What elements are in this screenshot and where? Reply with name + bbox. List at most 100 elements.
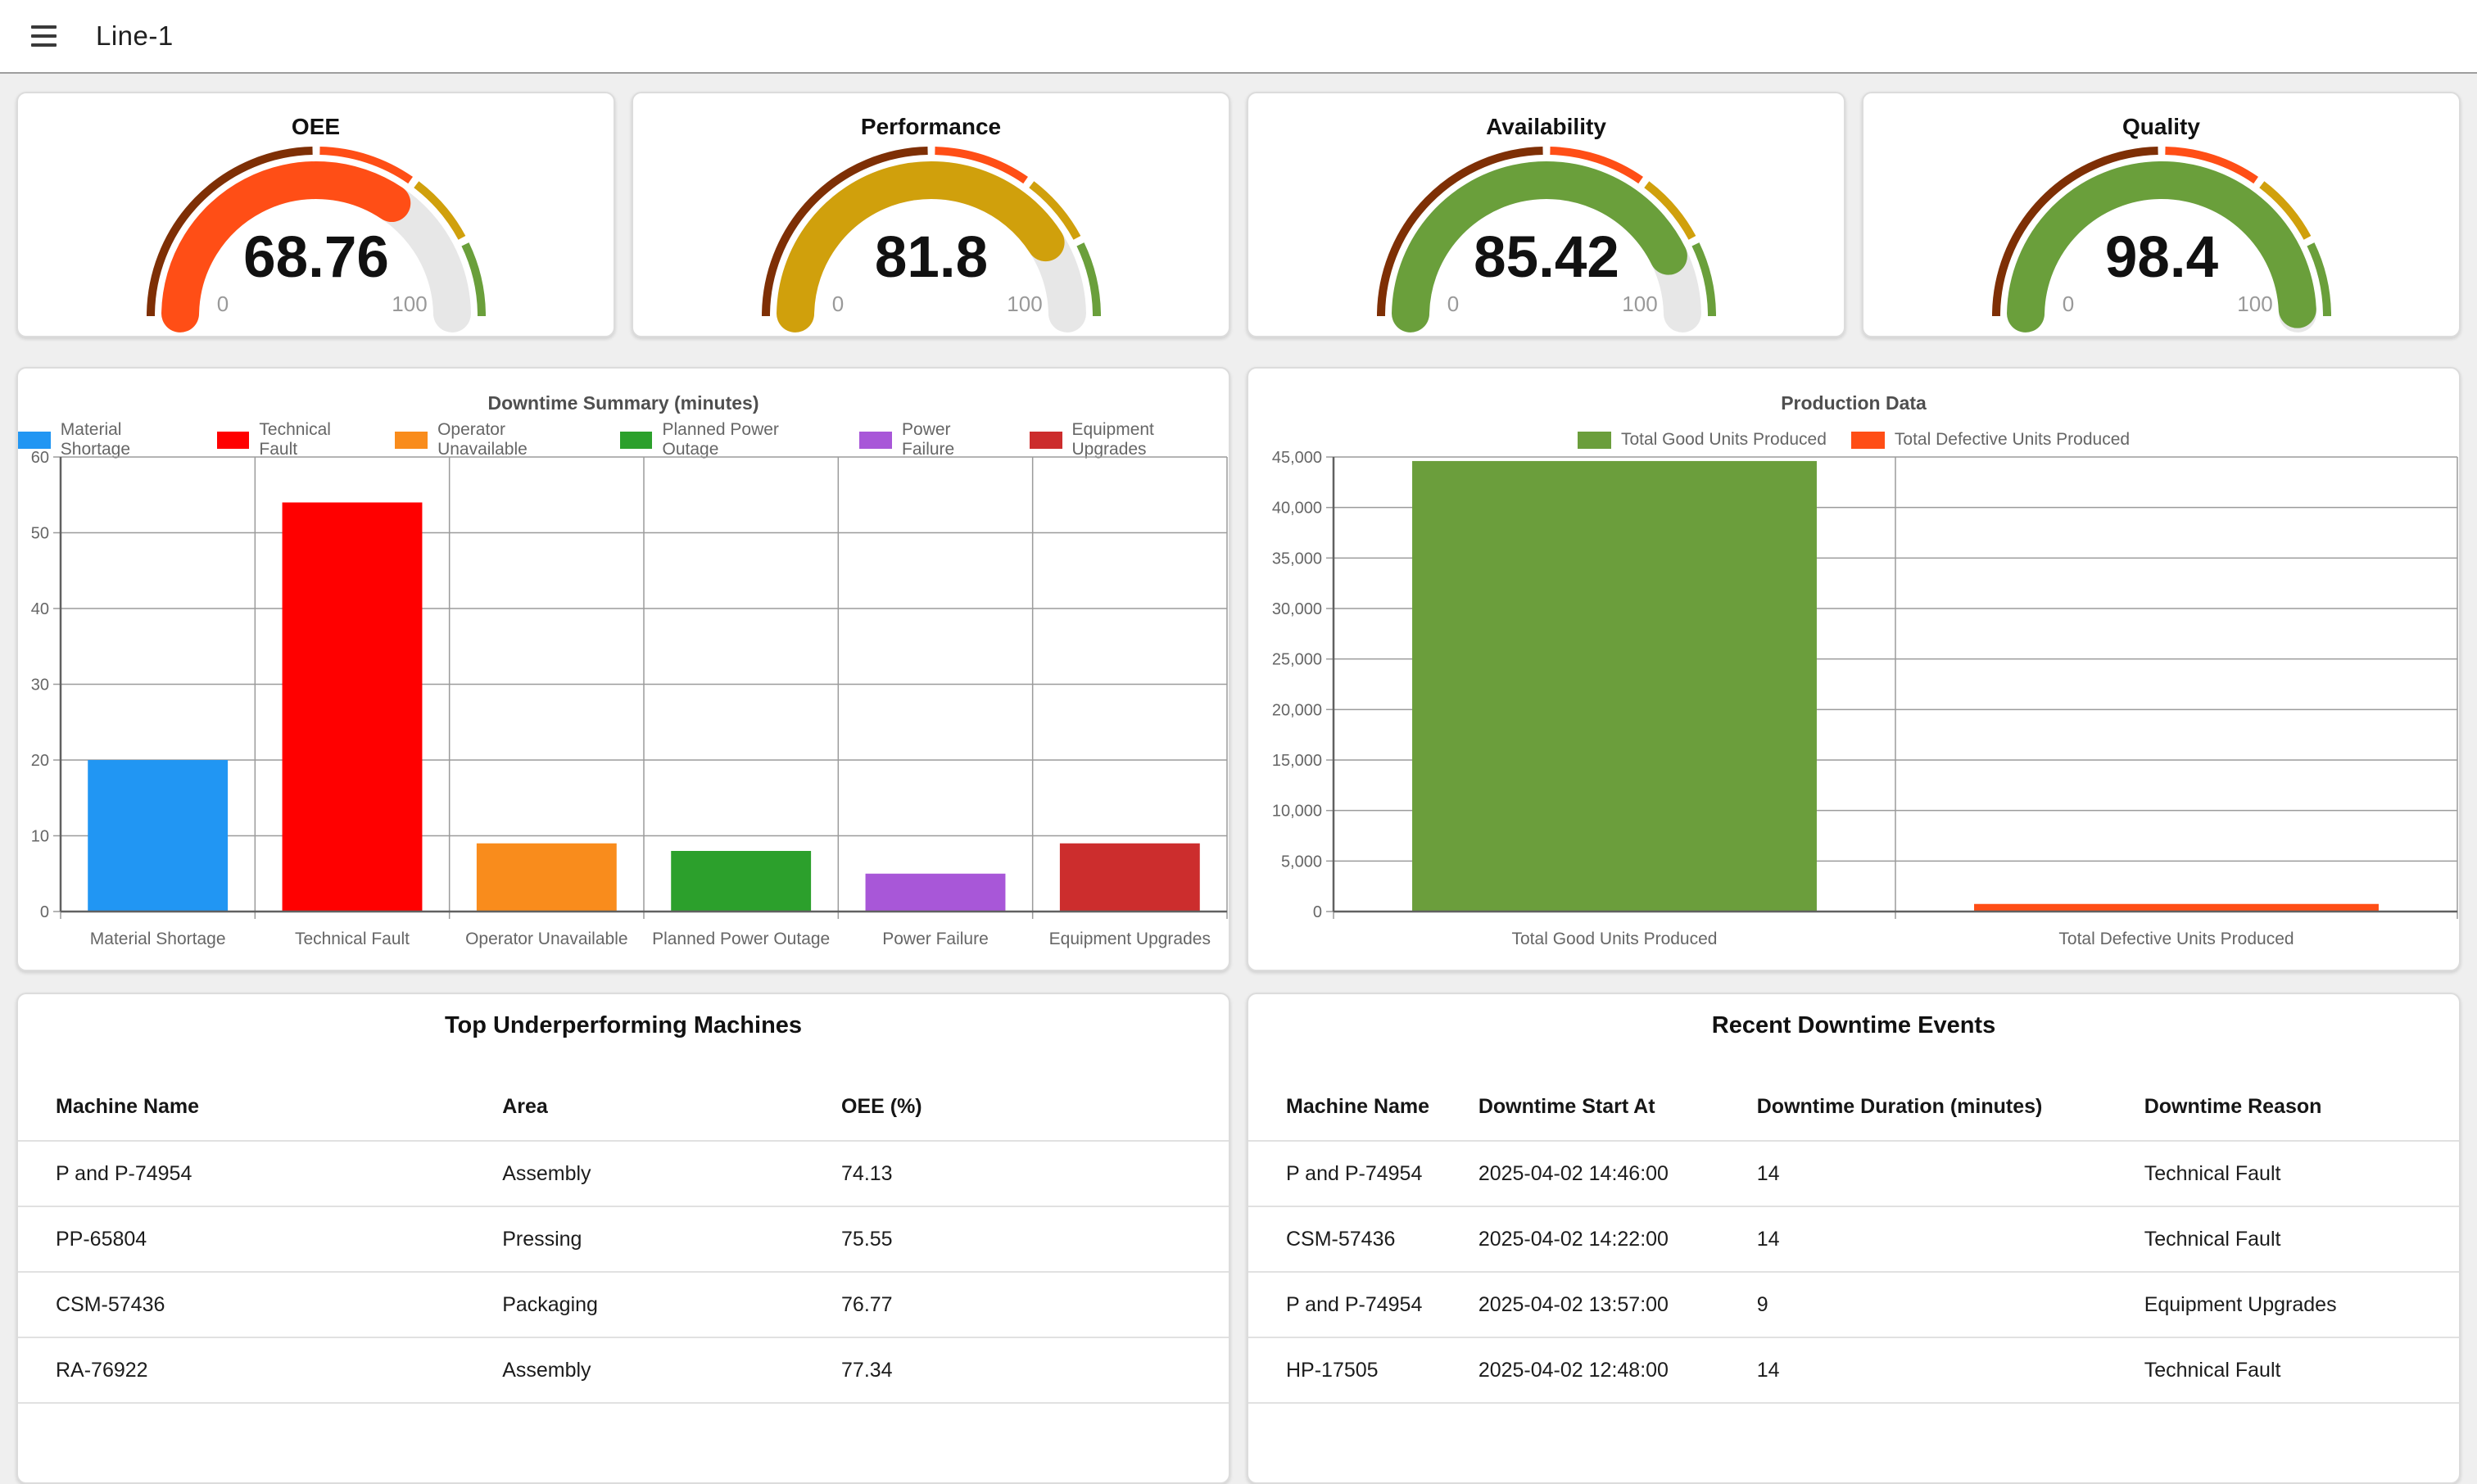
gauge-title: Quality	[1863, 93, 2459, 141]
y-axis-label: 5,000	[1281, 853, 1322, 871]
table-cell: 2025-04-02 12:48:00	[1479, 1337, 1757, 1403]
performance-gauge-card: Performance 81.80100	[632, 92, 1230, 337]
column-header: Downtime Reason	[2144, 1073, 2459, 1141]
table-cell: Pressing	[502, 1206, 841, 1272]
x-axis-label: Total Defective Units Produced	[2058, 930, 2294, 948]
bar-chart-canvas: 0102030405060Material ShortageTechnical …	[28, 450, 1230, 965]
table-cell: RA-76922	[18, 1337, 502, 1403]
gauge-row: OEE 68.76 0 100 Performance 81.8 0 100 Avail…	[16, 92, 2461, 337]
gauge-max-label: 100	[2237, 292, 2272, 316]
oee-gauge: 68.76 0 100	[128, 146, 505, 336]
legend-swatch	[620, 432, 653, 449]
bar[interactable]	[477, 844, 617, 912]
x-axis-label: Equipment Upgrades	[1049, 930, 1211, 948]
column-header: Machine Name	[18, 1073, 502, 1141]
table-cell: Technical Fault	[2144, 1337, 2459, 1403]
table-cell: Assembly	[502, 1141, 841, 1206]
table-cell: Equipment Upgrades	[2144, 1272, 2459, 1337]
column-header: Machine Name	[1248, 1073, 1479, 1141]
table-row: RA-76922Assembly77.34	[18, 1337, 1229, 1403]
top-underperforming-machines-card: Top Underperforming Machines Machine Nam…	[16, 993, 1230, 1484]
bar[interactable]	[1412, 461, 1817, 912]
y-axis-label: 15,000	[1272, 752, 1322, 770]
legend-swatch	[395, 432, 428, 449]
y-axis-label: 0	[40, 903, 49, 921]
gauge-max-label: 100	[392, 292, 427, 316]
hamburger-menu-icon[interactable]	[25, 19, 63, 53]
x-axis-label: Total Good Units Produced	[1512, 930, 1718, 948]
dashboard: OEE 68.760100 Performance 81.80100 Avail…	[0, 92, 2477, 1484]
y-axis-label: 10,000	[1272, 803, 1322, 821]
table-cell: 14	[1757, 1206, 2144, 1272]
bar[interactable]	[866, 874, 1006, 912]
table-cell: CSM-57436	[18, 1272, 502, 1337]
table-cell: CSM-57436	[1248, 1206, 1479, 1272]
page-title: Line-1	[96, 20, 174, 52]
legend-swatch	[217, 432, 250, 449]
gauge-title: Availability	[1248, 93, 1844, 141]
legend-swatch	[18, 432, 51, 449]
gauge-value: 98.4	[2104, 225, 2218, 290]
downtime-summary-chart-card: Downtime Summary (minutes) Material Shor…	[16, 367, 1230, 971]
table-cell: Technical Fault	[2144, 1206, 2459, 1272]
table-row: P and P-749542025-04-02 13:57:009Equipme…	[1248, 1272, 2459, 1337]
table-row: Top Underperforming Machines Machine Nam…	[16, 993, 2461, 1484]
gauge-max-label: 100	[1622, 292, 1657, 316]
chart-legend: Total Good Units Produced Total Defective…	[1248, 429, 2459, 450]
column-header: Downtime Duration (minutes)	[1757, 1073, 2144, 1141]
oee-gauge-card: OEE 68.76 0 100	[16, 92, 615, 337]
table-row: CSM-574362025-04-02 14:22:0014Technical …	[1248, 1206, 2459, 1272]
table-cell: 2025-04-02 14:46:00	[1479, 1141, 1757, 1206]
table-cell: 2025-04-02 14:22:00	[1479, 1206, 1757, 1272]
chart-title: Downtime Summary (minutes)	[18, 369, 1229, 414]
table-cell: 74.13	[841, 1141, 1229, 1206]
table-title: Top Underperforming Machines	[18, 994, 1229, 1040]
table-cell: 2025-04-02 13:57:00	[1479, 1272, 1757, 1337]
table-header-row: Machine NameDowntime Start AtDowntime Du…	[1248, 1073, 2459, 1141]
gauge-value: 85.42	[1474, 225, 1619, 290]
gauge-min-label: 0	[831, 292, 843, 316]
gauge-value: 81.8	[874, 225, 987, 290]
table-cell: 14	[1757, 1337, 2144, 1403]
x-axis-label: Planned Power Outage	[652, 930, 830, 948]
chart-row: Downtime Summary (minutes) Material Shor…	[16, 367, 2461, 971]
table-row: P and P-74954Assembly74.13	[18, 1141, 1229, 1206]
availability-gauge-card: Availability 85.420100	[1247, 92, 1845, 337]
table-cell: 14	[1757, 1141, 2144, 1206]
bar[interactable]	[671, 851, 811, 912]
y-axis-label: 60	[31, 450, 49, 467]
bar[interactable]	[283, 503, 423, 912]
table-row: PP-65804Pressing75.55	[18, 1206, 1229, 1272]
gauge-min-label: 0	[216, 292, 228, 316]
chart-title: Production Data	[1248, 369, 2459, 414]
performance-gauge: 81.80100	[743, 146, 1120, 336]
x-axis-label: Power Failure	[882, 930, 989, 948]
bar[interactable]	[1060, 844, 1200, 912]
x-axis-label: Material Shortage	[90, 930, 226, 948]
table-cell: 75.55	[841, 1206, 1229, 1272]
gauge-value: 68.76	[243, 225, 389, 290]
column-header: Area	[502, 1073, 841, 1141]
column-header: OEE (%)	[841, 1073, 1229, 1141]
gauge-title: Performance	[633, 93, 1229, 141]
table-cell: 76.77	[841, 1272, 1229, 1337]
gauge-title: OEE	[18, 93, 614, 141]
availability-gauge: 85.420100	[1358, 146, 1735, 336]
table-row: P and P-749542025-04-02 14:46:0014Techni…	[1248, 1141, 2459, 1206]
y-axis-label: 40,000	[1272, 500, 1322, 518]
bar[interactable]	[1974, 904, 2379, 912]
legend-item[interactable]: Total Defective Units Produced	[1851, 430, 2130, 450]
bar[interactable]	[88, 760, 228, 912]
x-axis-label: Technical Fault	[295, 930, 410, 948]
y-axis-label: 0	[1313, 903, 1322, 921]
table-row: HP-175052025-04-02 12:48:0014Technical F…	[1248, 1337, 2459, 1403]
y-axis-label: 10	[31, 828, 49, 846]
legend-swatch	[1578, 432, 1611, 449]
quality-gauge: 98.40100	[1973, 146, 2350, 336]
table-cell: 9	[1757, 1272, 2144, 1337]
app-header: Line-1	[0, 0, 2477, 74]
underperforming-machines-table: Machine NameAreaOEE (%)P and P-74954Asse…	[18, 1073, 1229, 1404]
y-axis-label: 50	[31, 525, 49, 543]
legend-item[interactable]: Total Good Units Produced	[1578, 430, 1827, 450]
y-axis-label: 35,000	[1272, 550, 1322, 568]
